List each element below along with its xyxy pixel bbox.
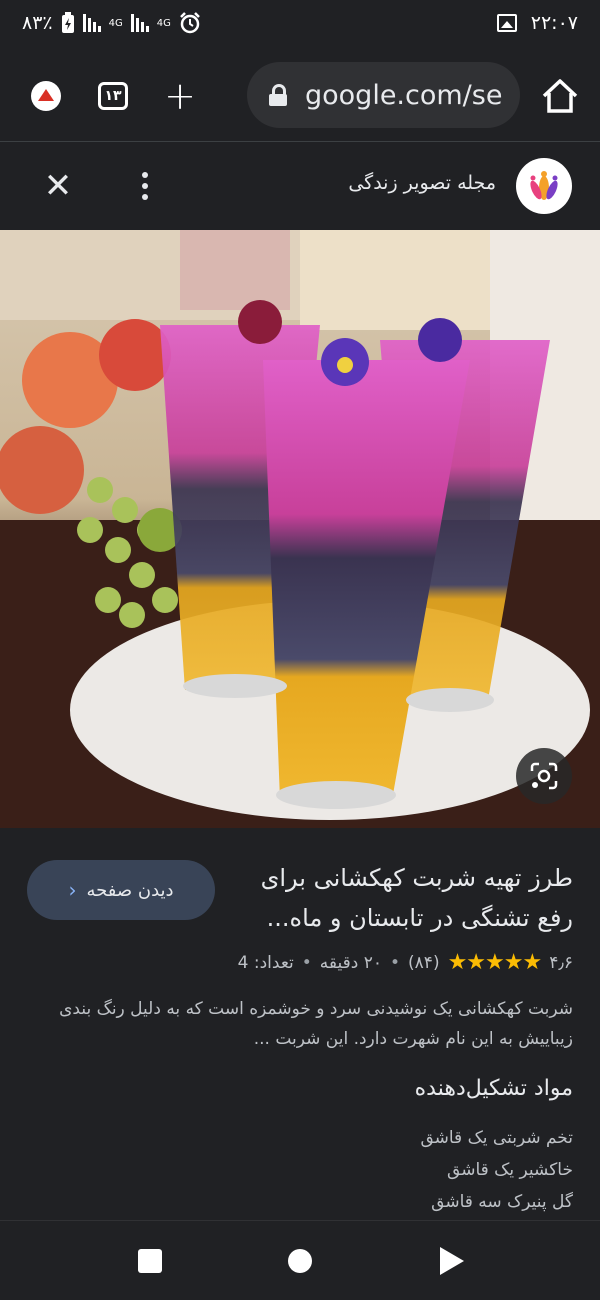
view-page-label: دیدن صفحه [86,879,174,901]
network-type: 4G [108,17,123,29]
site-name: مجله تصویر زندگی [348,172,496,194]
site-logo-icon [530,171,558,200]
clock: ۲۲:۰۷ [530,12,578,34]
lens-icon [530,762,558,790]
url-bar[interactable]: google.com/se [247,62,520,128]
drinks-illustration [0,230,600,828]
status-bar: ٨٣٪ 4G 4G ۲۲:۰۷ [0,0,600,50]
update-icon[interactable] [26,76,66,116]
rating-row: ۴٫۶ ★★★★★ (۸۴) • ۲۰ دقیقه • تعداد: 4 [238,950,573,975]
result-title[interactable]: طرز تهیه شربت کهکشانی برای رفع تشنگی در … [233,858,573,938]
sheet-header: ✕ مجله تصویر زندگی [0,142,600,230]
review-count: (۸۴) [408,952,440,973]
ingredients-heading: مواد تشکیل‌دهنده [414,1076,573,1101]
home-icon[interactable] [538,74,582,118]
lens-button[interactable] [516,748,572,804]
alarm-icon [180,12,200,34]
servings: تعداد: 4 [237,952,294,973]
back-button[interactable] [440,1247,464,1275]
ingredient-item: خاکشیر یک قاشق [447,1160,573,1180]
status-right: ۲۲:۰۷ [496,12,578,34]
url-text: google.com/se [305,79,503,111]
rating-value: ۴٫۶ [549,952,573,973]
chevron-left-icon: ‹ [68,878,77,902]
new-tab-icon[interactable]: + [160,76,200,116]
status-left: ٨٣٪ 4G 4G [22,12,201,34]
site-logo[interactable] [516,158,572,214]
battery-icon [61,12,74,33]
signal-icon [82,14,101,32]
browser-toolbar: ۱۳ + google.com/se [0,50,600,142]
signal-icon-2 [130,14,149,32]
more-vert-icon[interactable] [130,168,160,204]
close-icon[interactable]: ✕ [40,168,76,204]
tab-count: ۱۳ [98,82,128,110]
duration: ۲۰ دقیقه [319,952,382,973]
tabs-button[interactable]: ۱۳ [93,76,133,116]
result-card: دیدن صفحه ‹ طرز تهیه شربت کهکشانی برای ر… [0,828,600,1220]
battery-percent: ٨٣٪ [22,12,53,34]
result-description: شربت کهکشانی یک نوشیدنی سرد و خوشمزه است… [59,999,573,1049]
lock-icon [269,84,287,106]
star-rating: ★★★★★ [447,950,543,975]
ingredient-item: گل پنیرک سه قاشق [431,1192,573,1212]
home-button[interactable] [288,1249,312,1273]
separator-dot: • [390,952,401,973]
recipe-photo[interactable] [0,230,600,828]
separator-dot: • [301,952,312,973]
ingredients-list: تخم شربتی یک قاشق خاکشیر یک قاشق گل پنیر… [420,1122,573,1218]
recents-button[interactable] [138,1249,162,1273]
view-page-button[interactable]: دیدن صفحه ‹ [27,860,215,920]
system-nav-bar [0,1220,600,1300]
ingredient-item: تخم شربتی یک قاشق [420,1128,573,1148]
network-type-2: 4G [156,17,171,29]
image-icon [496,14,517,32]
